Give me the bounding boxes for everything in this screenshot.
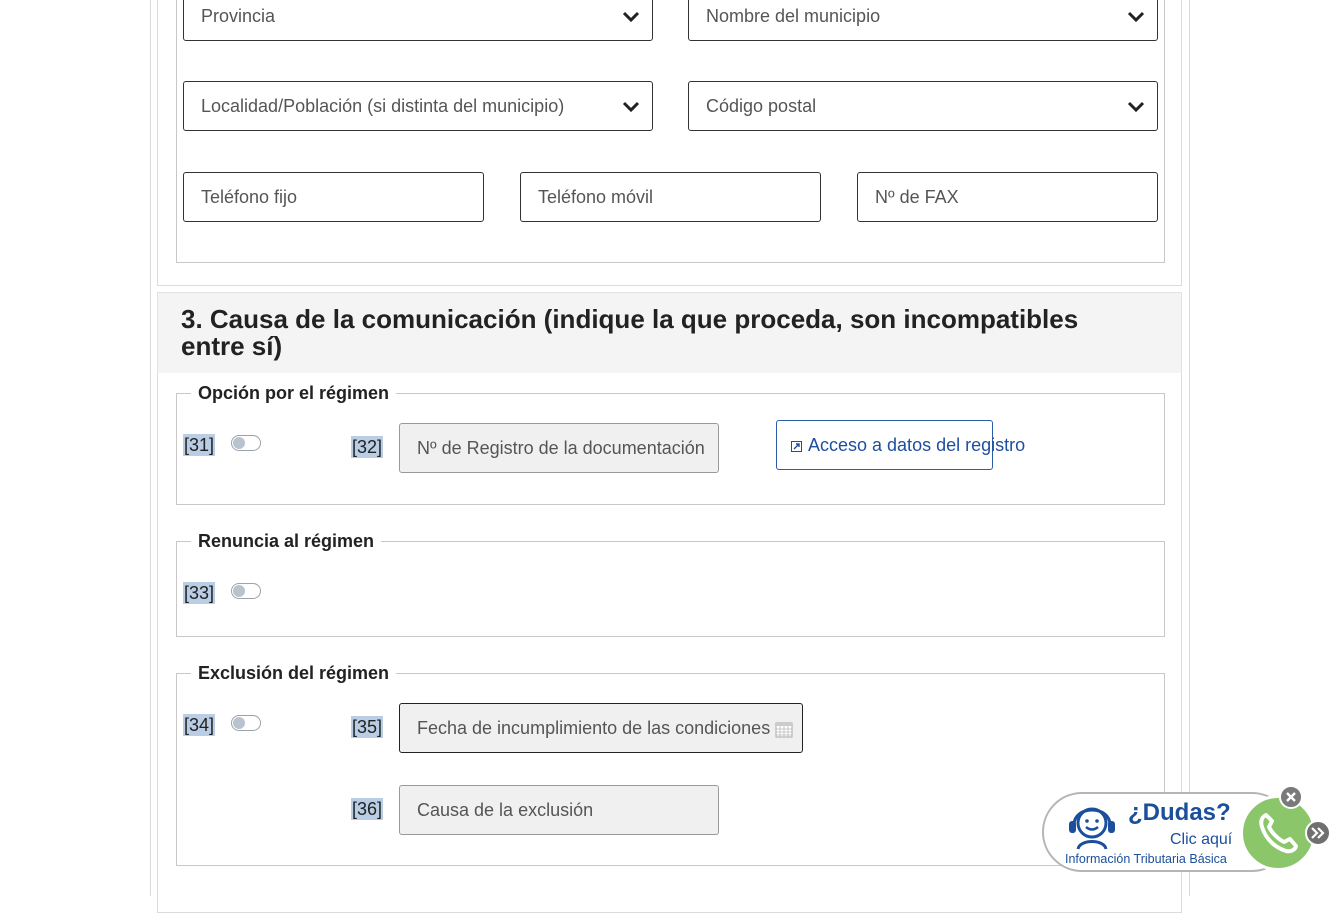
code-34: [34] — [183, 714, 216, 736]
chevron-down-icon — [622, 101, 640, 113]
page-border-right — [1189, 0, 1190, 896]
fecha-incumplimiento-input[interactable]: Fecha de incumplimiento de las condicion… — [399, 703, 803, 753]
code-36: [36] — [351, 798, 384, 820]
double-chevron-right-icon — [1311, 827, 1325, 839]
codigo-postal-select[interactable]: Código postal — [688, 81, 1158, 131]
help-title[interactable]: ¿Dudas? — [1128, 799, 1231, 827]
section-3-header: 3. Causa de la comunicación (indique la … — [157, 292, 1182, 374]
localidad-select[interactable]: Localidad/Población (si distinta del mun… — [183, 81, 653, 131]
telefono-fijo-input[interactable]: Teléfono fijo — [183, 172, 484, 222]
code-33: [33] — [183, 582, 216, 604]
renuncia-legend: Renuncia al régimen — [191, 531, 382, 551]
chevron-down-icon — [1127, 11, 1145, 23]
fax-input[interactable]: Nº de FAX — [857, 172, 1158, 222]
municipio-select[interactable]: Nombre del municipio — [688, 0, 1158, 41]
causa-exclusion-input[interactable]: Causa de la exclusión — [399, 785, 719, 835]
toggle-knob — [233, 717, 245, 729]
chevron-down-icon — [622, 11, 640, 23]
headset-agent-icon — [1069, 807, 1115, 850]
code-35: [35] — [351, 716, 384, 738]
chevron-down-icon — [1127, 101, 1145, 113]
opcion-toggle[interactable] — [231, 435, 261, 451]
code-32: [32] — [351, 436, 384, 458]
code-31: [31] — [183, 434, 216, 456]
calendar-icon[interactable] — [775, 720, 793, 738]
help-click-label[interactable]: Clic aquí — [1170, 831, 1232, 849]
page-border-left — [150, 0, 151, 896]
registro-input[interactable]: Nº de Registro de la documentación — [399, 423, 719, 473]
telefono-movil-input[interactable]: Teléfono móvil — [520, 172, 821, 222]
renuncia-fieldset: Renuncia al régimen — [176, 531, 1165, 637]
section-3-title: 3. Causa de la comunicación (indique la … — [181, 304, 1079, 361]
exclusion-legend: Exclusión del régimen — [191, 663, 397, 683]
external-link-icon — [791, 441, 802, 452]
exclusion-toggle[interactable] — [231, 715, 261, 731]
opcion-legend: Opción por el régimen — [191, 383, 397, 403]
toggle-knob — [233, 585, 245, 597]
close-icon — [1286, 792, 1296, 802]
phone-icon — [1259, 813, 1298, 854]
help-close-button[interactable] — [1279, 785, 1303, 809]
renuncia-toggle[interactable] — [231, 583, 261, 599]
exclusion-fieldset: Exclusión del régimen — [176, 663, 1165, 866]
acceso-registro-link[interactable]: Acceso a datos del registro — [808, 434, 1025, 456]
toggle-knob — [233, 437, 245, 449]
provincia-select[interactable]: Provincia — [183, 0, 653, 41]
help-subtitle: Información Tributaria Básica — [1065, 852, 1227, 866]
help-expand-button[interactable] — [1305, 820, 1331, 846]
